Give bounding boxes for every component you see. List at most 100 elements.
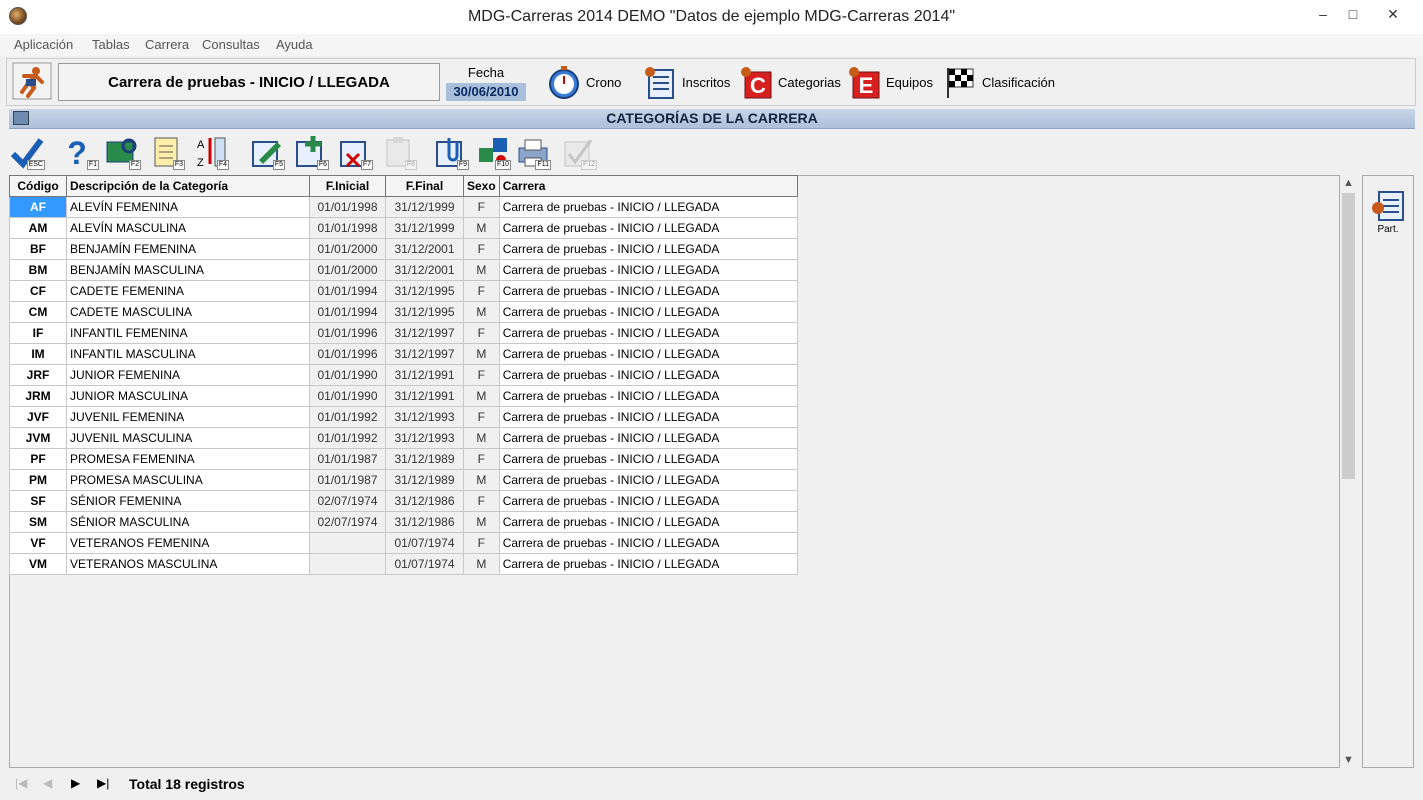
cell-descripcion[interactable]: JUVENIL FEMENINA [66,406,310,428]
table-row[interactable]: BF BENJAMÍN FEMENINA 01/01/2000 31/12/2001 F… [9,238,798,260]
help-button[interactable]: ? F1 [63,134,99,171]
modify-button[interactable]: F5 [249,134,285,170]
cell-codigo[interactable]: SF [9,490,67,512]
cell-finicial[interactable]: 01/01/1998 [309,196,386,218]
table-row[interactable]: IM INFANTIL MASCULINA 01/01/1996 31/12/1997… [9,343,798,365]
cell-finicial[interactable] [309,553,386,575]
cell-codigo[interactable]: AF [9,196,67,218]
cell-finicial[interactable]: 01/01/1992 [309,406,386,428]
cell-carrera[interactable]: Carrera de pruebas - INICIO / LLEGADA [498,385,798,407]
cell-carrera[interactable]: Carrera de pruebas - INICIO / LLEGADA [498,196,798,218]
close-button[interactable]: ✕ [1378,2,1408,26]
cell-codigo[interactable]: PF [9,448,67,470]
table-row[interactable]: VF VETERANOS FEMENINA 01/07/1974 F Carrera d… [9,532,798,554]
runner-icon[interactable] [12,62,52,100]
cell-ffinal[interactable]: 31/12/1991 [385,385,464,407]
cell-descripcion[interactable]: SÉNIOR FEMENINA [66,490,310,512]
print-button[interactable]: F11 [515,134,551,170]
cell-sexo[interactable]: M [463,259,500,281]
nav-crono-button[interactable]: Crono [546,63,621,101]
cell-carrera[interactable]: Carrera de pruebas - INICIO / LLEGADA [498,490,798,512]
cell-ffinal[interactable]: 31/12/1997 [385,343,464,365]
validate-button[interactable]: F12 [561,134,597,170]
cell-finicial[interactable]: 01/01/1998 [309,217,386,239]
col-carrera[interactable]: Carrera [498,175,798,197]
cell-descripcion[interactable]: CADETE MASCULINA [66,301,310,323]
exit-button[interactable]: ESC [9,134,45,170]
table-row[interactable]: JVF JUVENIL FEMENINA 01/01/1992 31/12/1993 F… [9,406,798,428]
cell-sexo[interactable]: M [463,217,500,239]
cell-finicial[interactable]: 01/01/1996 [309,322,386,344]
menu-carrera[interactable]: Carrera [145,37,189,52]
menu-tablas[interactable]: Tablas [92,37,130,52]
cell-codigo[interactable]: JRF [9,364,67,386]
cell-finicial[interactable]: 02/07/1974 [309,511,386,533]
delete-button[interactable]: F7 [337,134,373,170]
cell-carrera[interactable]: Carrera de pruebas - INICIO / LLEGADA [498,511,798,533]
cell-descripcion[interactable]: PROMESA MASCULINA [66,469,310,491]
cell-finicial[interactable]: 02/07/1974 [309,490,386,512]
cell-sexo[interactable]: M [463,385,500,407]
col-sexo[interactable]: Sexo [463,175,500,197]
cell-codigo[interactable]: VM [9,553,67,575]
cell-carrera[interactable]: Carrera de pruebas - INICIO / LLEGADA [498,364,798,386]
scroll-thumb[interactable] [1342,193,1355,479]
add-button[interactable]: F6 [293,134,329,170]
cell-descripcion[interactable]: JUNIOR MASCULINA [66,385,310,407]
cell-carrera[interactable]: Carrera de pruebas - INICIO / LLEGADA [498,322,798,344]
edit-list-button[interactable]: F3 [149,134,185,170]
attach-button[interactable]: F9 [433,134,469,170]
settings-button[interactable]: F10 [475,134,511,170]
table-row[interactable]: BM BENJAMÍN MASCULINA 01/01/2000 31/12/2001… [9,259,798,281]
col-finicial[interactable]: F.Inicial [309,175,386,197]
scroll-up-icon[interactable]: ▲ [1340,177,1357,189]
table-row[interactable]: SF SÉNIOR FEMENINA 02/07/1974 31/12/1986 F Ca… [9,490,798,512]
cell-sexo[interactable]: M [463,511,500,533]
cell-sexo[interactable]: F [463,238,500,260]
cell-ffinal[interactable]: 31/12/1997 [385,322,464,344]
cell-carrera[interactable]: Carrera de pruebas - INICIO / LLEGADA [498,238,798,260]
last-record-button[interactable]: ▶| [97,776,109,790]
cell-carrera[interactable]: Carrera de pruebas - INICIO / LLEGADA [498,553,798,575]
table-row[interactable]: PM PROMESA MASCULINA 01/01/1987 31/12/1989 M… [9,469,798,491]
cell-codigo[interactable]: CM [9,301,67,323]
cell-sexo[interactable]: M [463,343,500,365]
first-record-button[interactable]: |◀ [15,776,27,790]
table-row[interactable]: IF INFANTIL FEMENINA 01/01/1996 31/12/1997 F… [9,322,798,344]
cell-finicial[interactable]: 01/01/2000 [309,259,386,281]
cell-ffinal[interactable]: 31/12/1999 [385,196,464,218]
cell-ffinal[interactable]: 31/12/1986 [385,490,464,512]
cell-carrera[interactable]: Carrera de pruebas - INICIO / LLEGADA [498,217,798,239]
cell-carrera[interactable]: Carrera de pruebas - INICIO / LLEGADA [498,301,798,323]
cell-sexo[interactable]: F [463,322,500,344]
cell-sexo[interactable]: M [463,427,500,449]
cell-descripcion[interactable]: JUVENIL MASCULINA [66,427,310,449]
maximize-button[interactable]: □ [1338,2,1368,26]
menu-ayuda[interactable]: Ayuda [276,37,313,52]
cell-descripcion[interactable]: VETERANOS MASCULINA [66,553,310,575]
cell-carrera[interactable]: Carrera de pruebas - INICIO / LLEGADA [498,280,798,302]
minimize-button[interactable]: – [1308,2,1338,26]
cell-carrera[interactable]: Carrera de pruebas - INICIO / LLEGADA [498,532,798,554]
cell-ffinal[interactable]: 31/12/1995 [385,280,464,302]
cell-sexo[interactable]: F [463,532,500,554]
search-button[interactable]: F2 [105,134,141,170]
cell-sexo[interactable]: F [463,280,500,302]
cell-ffinal[interactable]: 31/12/1991 [385,364,464,386]
cell-codigo[interactable]: AM [9,217,67,239]
cell-ffinal[interactable]: 31/12/1989 [385,469,464,491]
cell-descripcion[interactable]: VETERANOS FEMENINA [66,532,310,554]
cell-finicial[interactable]: 01/01/1994 [309,301,386,323]
col-descripcion[interactable]: Descripción de la Categoría [66,175,310,197]
cell-carrera[interactable]: Carrera de pruebas - INICIO / LLEGADA [498,343,798,365]
clipboard-button[interactable]: F8 [381,134,417,170]
table-row[interactable]: CF CADETE FEMENINA 01/01/1994 31/12/1995 F Ca… [9,280,798,302]
cell-finicial[interactable]: 01/01/1994 [309,280,386,302]
cell-carrera[interactable]: Carrera de pruebas - INICIO / LLEGADA [498,259,798,281]
cell-descripcion[interactable]: SÉNIOR MASCULINA [66,511,310,533]
vertical-scrollbar[interactable]: ▲ ▼ [1340,175,1357,768]
table-row[interactable]: VM VETERANOS MASCULINA 01/07/1974 M Carrera … [9,553,798,575]
cell-sexo[interactable]: F [463,364,500,386]
cell-descripcion[interactable]: ALEVÍN MASCULINA [66,217,310,239]
cell-descripcion[interactable]: CADETE FEMENINA [66,280,310,302]
